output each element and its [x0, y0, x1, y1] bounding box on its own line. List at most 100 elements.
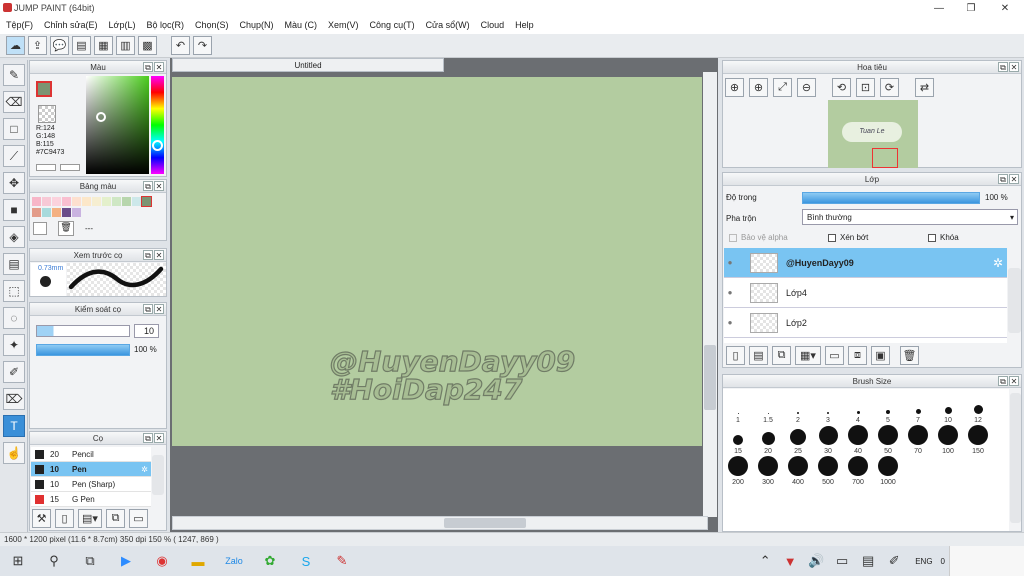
brush-tool-settings-icon[interactable]: ⚒ — [32, 509, 51, 528]
brush-size-cell[interactable]: 300 — [753, 455, 783, 486]
start-icon[interactable]: ⊞ — [5, 551, 31, 571]
menu-color[interactable]: Màu (C) — [285, 20, 318, 30]
chrome-icon[interactable]: ◉ — [149, 551, 175, 571]
maximize-button[interactable]: ❐ — [954, 0, 988, 16]
delete-layer-icon[interactable]: 🗑 — [900, 346, 919, 365]
zoom-out-icon[interactable]: ⊖ — [797, 78, 816, 97]
menu-window[interactable]: Cửa sổ(W) — [426, 20, 470, 30]
select-eraser-tool-icon[interactable]: ⌦ — [3, 388, 25, 410]
pen-icon[interactable]: ✐ — [886, 551, 902, 571]
color-toggle-button[interactable] — [36, 164, 56, 171]
swatch-grid[interactable] — [32, 196, 152, 219]
brush-size-cell[interactable]: 5 — [873, 393, 903, 424]
layer-folder-icon[interactable]: ▭ — [825, 346, 844, 365]
document-icon[interactable]: ▦ — [94, 36, 113, 55]
brush-size-scrollbar[interactable] — [1010, 393, 1021, 523]
eraser-tool-icon[interactable]: ⌫ — [3, 91, 25, 113]
panel-float-icon[interactable]: ⧉ — [143, 250, 153, 260]
layer-row[interactable]: ● Lớp2 — [724, 308, 1007, 338]
merge-down-icon[interactable]: ⧈ — [848, 346, 867, 365]
text-tool-icon[interactable]: T — [3, 415, 25, 437]
visibility-icon[interactable]: ● — [724, 288, 736, 297]
fill-rect-tool-icon[interactable]: ■ — [3, 199, 25, 221]
comment-icon[interactable]: 💬 — [50, 36, 69, 55]
canvas-horizontal-thumb[interactable] — [444, 518, 526, 528]
menu-layer[interactable]: Lớp(L) — [109, 20, 136, 30]
menu-filter[interactable]: Bộ lọc(R) — [146, 20, 184, 30]
grid-settings-icon[interactable]: ▩ — [138, 36, 157, 55]
magic-wand-tool-icon[interactable]: ✦ — [3, 334, 25, 356]
battery-icon[interactable]: ▭ — [834, 551, 850, 571]
visibility-icon[interactable]: ● — [724, 258, 736, 267]
brush-size-input[interactable]: 10 — [134, 324, 159, 338]
new-layer-raster-icon[interactable]: ▤ — [749, 346, 768, 365]
panel-float-icon[interactable]: ⧉ — [998, 62, 1008, 72]
canvas-vertical-thumb[interactable] — [704, 345, 716, 410]
panel-close-icon[interactable]: ✕ — [1009, 174, 1019, 184]
brush-size-cell[interactable]: 200 — [723, 455, 753, 486]
panel-float-icon[interactable]: ⧉ — [143, 304, 153, 314]
brush-size-cell[interactable]: 1.5 — [753, 393, 783, 424]
zoom-icon[interactable]: ⊕ — [725, 78, 744, 97]
panel-close-icon[interactable]: ✕ — [1009, 376, 1019, 386]
brush-item[interactable]: 10 Pen (Sharp) — [31, 477, 151, 492]
brush-size-cell[interactable]: 2 — [783, 393, 813, 424]
navigator-viewport[interactable] — [872, 148, 898, 168]
tray-chevron-up-icon[interactable]: ⌃ — [758, 551, 772, 571]
brush-size-cell[interactable]: 100 — [933, 424, 963, 455]
volume-icon[interactable]: 🔊 — [808, 551, 824, 571]
rotate-left-icon[interactable]: ⟲ — [832, 78, 851, 97]
rotate-reset-icon[interactable]: ⊡ — [856, 78, 875, 97]
saturation-value-picker[interactable] — [86, 76, 149, 174]
new-swatch-icon[interactable] — [33, 222, 47, 235]
panel-close-icon[interactable]: ✕ — [154, 181, 164, 191]
brush-size-slider[interactable] — [36, 325, 130, 337]
app-green-icon[interactable]: ✿ — [257, 551, 283, 571]
close-button[interactable]: ✕ — [988, 0, 1022, 16]
network-icon[interactable]: ▤ — [860, 551, 876, 571]
menu-view[interactable]: Xem(V) — [328, 20, 359, 30]
lasso-tool-icon[interactable]: ◌ — [3, 307, 25, 329]
rotate-right-icon[interactable]: ⟳ — [880, 78, 899, 97]
export-icon[interactable]: ⇪ — [28, 36, 47, 55]
hue-slider[interactable] — [151, 76, 164, 174]
brush-opacity-slider[interactable] — [36, 344, 130, 356]
panel-float-icon[interactable]: ⧉ — [143, 433, 153, 443]
clipping-checkbox[interactable]: Xén bớt — [828, 233, 868, 242]
bucket-tool-icon[interactable]: ◈ — [3, 226, 25, 248]
brush-size-cell[interactable]: 7 — [903, 393, 933, 424]
layer-row[interactable]: ● Lớp4 — [724, 278, 1007, 308]
line-tool-icon[interactable]: ⟋ — [3, 145, 25, 167]
panel-float-icon[interactable]: ⧉ — [143, 181, 153, 191]
panel-float-icon[interactable]: ⧉ — [998, 174, 1008, 184]
file-explorer-icon[interactable]: ▬ — [185, 551, 211, 571]
brush-size-cell[interactable]: 25 — [783, 424, 813, 455]
panel-close-icon[interactable]: ✕ — [1009, 62, 1019, 72]
flip-icon[interactable]: ⇄ — [915, 78, 934, 97]
gear-icon[interactable]: ✲ — [141, 465, 148, 474]
menu-edit[interactable]: Chỉnh sửa(E) — [44, 20, 98, 30]
brush-size-cell[interactable]: 30 — [813, 424, 843, 455]
brush-size-cell[interactable]: 70 — [903, 424, 933, 455]
gear-icon[interactable]: ✲ — [993, 256, 1003, 270]
brush-size-cell[interactable]: 4 — [843, 393, 873, 424]
new-layer-icon[interactable]: ▯ — [726, 346, 745, 365]
gradient-tool-icon[interactable]: ▤ — [3, 253, 25, 275]
brush-size-cell[interactable]: 700 — [843, 455, 873, 486]
trash-icon[interactable]: 🗑 — [58, 221, 74, 236]
foreground-color[interactable] — [36, 81, 52, 97]
visibility-icon[interactable]: ● — [724, 318, 736, 327]
select-rect-tool-icon[interactable]: ⬚ — [3, 280, 25, 302]
language-indicator[interactable]: ENG — [915, 557, 932, 566]
layer-properties-icon[interactable]: ▣ — [871, 346, 890, 365]
select-pen-tool-icon[interactable]: ✐ — [3, 361, 25, 383]
message-icon[interactable]: ▤ — [72, 36, 91, 55]
move-tool-icon[interactable]: ✥ — [3, 172, 25, 194]
brush-item[interactable]: 15 G Pen — [31, 492, 151, 507]
layer-opacity-slider[interactable] — [802, 192, 980, 204]
search-icon[interactable]: ⚲ — [41, 551, 67, 571]
fit-icon[interactable]: ⤢ — [773, 78, 792, 97]
menu-select[interactable]: Chọn(S) — [195, 20, 229, 30]
rectangle-tool-icon[interactable]: □ — [3, 118, 25, 140]
brush-size-cell[interactable]: 400 — [783, 455, 813, 486]
